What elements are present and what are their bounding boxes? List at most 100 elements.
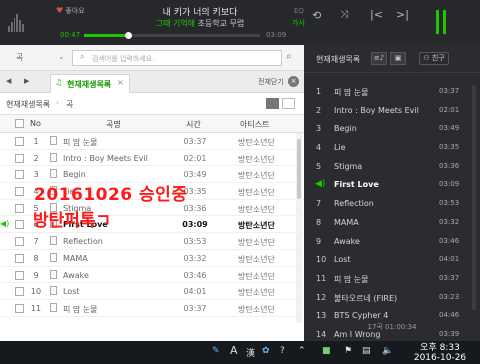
row-title[interactable]: 피 땀 눈물 [63,304,98,315]
column-title[interactable]: 곡명 [106,119,121,130]
scrollbar-thumb[interactable] [297,139,301,199]
row-title[interactable]: MAMA [63,254,88,263]
row-checkbox[interactable] [15,303,24,313]
row-artist[interactable]: 방탄소년단 [238,204,275,215]
table-row[interactable]: 9 Awake 03:46 방탄소년단 [0,267,304,284]
row-artist[interactable]: 방탄소년단 [238,287,275,298]
tab-prev-icon[interactable]: ◀ [6,77,11,85]
close-all-button[interactable]: 전체닫기 [258,77,284,87]
shuffle-icon[interactable]: ⤨ [340,9,348,20]
row-checkbox[interactable] [15,287,24,297]
list-item[interactable]: 7 Reflection 03:53 [304,196,480,215]
select-all-checkbox[interactable] [15,119,24,128]
row-artist[interactable]: 방탄소년단 [238,304,275,315]
repeat-icon[interactable]: ⟲ [312,9,321,22]
row-checkbox[interactable] [15,220,24,230]
friend-button[interactable]: ⚇ 친구 [419,52,449,65]
lyrics-doc-icon[interactable] [50,286,57,296]
pen-icon[interactable]: ✎ [212,346,220,356]
like-button[interactable]: ♥ 좋아요 [56,6,85,16]
list-item[interactable]: 10 Lost 04:01 [304,252,480,271]
row-artist[interactable]: 방탄소년단 [238,271,275,282]
row-checkbox[interactable] [15,137,24,146]
row-title[interactable]: Awake [63,271,89,280]
list-item[interactable]: 12 불타오르네 (FIRE) 03:23 [304,290,480,309]
list-item[interactable]: 8 MAMA 03:32 [304,215,480,234]
row-title[interactable]: Lost [63,287,80,296]
row-artist[interactable]: 방탄소년단 [238,237,275,248]
now-playing-scrollbar[interactable] [472,85,476,310]
row-checkbox[interactable] [15,203,24,213]
table-row[interactable]: 10 Lost 04:01 방탄소년단 [0,283,304,300]
list-item[interactable]: 2 Intro : Boy Meets Evil 02:01 [304,103,480,122]
search-type-select[interactable]: 곡 [16,52,23,63]
close-icon[interactable]: × [117,78,124,87]
row-checkbox[interactable] [15,237,24,247]
playlist-icon[interactable]: ≡♪ [371,52,387,65]
volume-icon[interactable]: 🔈 [382,346,393,356]
row-title[interactable]: Begin [63,170,86,179]
table-row[interactable]: 8 MAMA 03:32 방탄소년단 [0,250,304,267]
column-artist[interactable]: 아티스트 [240,119,269,130]
ime-hanja[interactable]: 漢 [246,346,255,359]
flag-icon[interactable]: ⚑ [344,346,352,356]
search-icon[interactable]: ⌕ [286,51,292,62]
row-artist[interactable]: 방탄소년단 [238,187,275,198]
column-no[interactable]: No [30,119,41,128]
tab-now-playing[interactable]: ♫ 현재재생목록 × [50,74,130,93]
ime-mode[interactable]: A [230,344,238,357]
column-time[interactable]: 시간 [186,119,201,130]
lyrics-doc-icon[interactable] [50,169,57,179]
breadcrumb-root[interactable]: 현재재생목록 [6,99,50,110]
row-artist[interactable]: 방탄소년단 [238,137,275,148]
table-scrollbar[interactable] [296,133,302,323]
pause-button[interactable] [436,10,446,34]
app-tray-icon[interactable]: ■ [322,346,331,356]
row-artist[interactable]: 방탄소년단 [238,254,275,265]
settings-icon[interactable]: ✿ [262,346,270,356]
list-item[interactable]: 4 Lie 03:35 [304,140,480,159]
list-view-icon[interactable] [266,98,279,109]
list-item[interactable]: ◀) First Love 03:09 [304,177,480,196]
row-title[interactable]: Intro : Boy Meets Evil [63,154,148,163]
lyrics-doc-icon[interactable] [50,252,57,262]
row-title[interactable]: 피 땀 눈물 [63,137,98,148]
list-item[interactable]: 11 피 땀 눈물 03:37 [304,271,480,290]
row-checkbox[interactable] [15,170,24,180]
table-row[interactable]: 11 피 땀 눈물 03:37 방탄소년단 [0,300,304,317]
list-item[interactable]: 9 Awake 03:46 [304,234,480,253]
progress-bar[interactable] [84,32,260,39]
eq-button[interactable]: EQ [294,7,304,15]
network-icon[interactable]: ▤ [362,346,371,356]
taskbar-clock[interactable]: 오후 8:33 2016-10-26 [405,343,475,363]
lyrics-doc-icon[interactable] [50,136,57,145]
row-checkbox[interactable] [15,270,24,280]
row-checkbox[interactable] [15,153,24,163]
next-icon[interactable]: >| [396,8,409,21]
row-artist[interactable]: 방탄소년단 [238,154,275,165]
row-checkbox[interactable] [15,253,24,263]
row-checkbox[interactable] [15,187,24,197]
row-title[interactable]: Reflection [63,237,103,246]
list-item[interactable]: 3 Begin 03:49 [304,121,480,140]
tab-next-icon[interactable]: ▶ [24,77,29,85]
chevron-down-icon[interactable]: ⌄ [58,52,65,61]
list-item[interactable]: 1 피 땀 눈물 03:37 [304,84,480,103]
help-icon[interactable]: ? [280,346,285,356]
list-item[interactable]: 5 Stigma 03:36 [304,159,480,178]
lyrics-doc-icon[interactable] [50,269,57,279]
table-row[interactable]: 7 Reflection 03:53 방탄소년단 [0,233,304,250]
search-input[interactable] [92,54,272,64]
table-row[interactable]: 1 피 땀 눈물 03:37 방탄소년단 [0,133,304,150]
show-hidden-icons[interactable]: ⌃ [298,346,306,356]
progress-knob[interactable] [125,32,132,39]
lyrics-doc-icon[interactable] [50,236,57,246]
lyrics-button[interactable]: 가사 [292,18,305,28]
lyrics-doc-icon[interactable] [50,152,57,162]
previous-icon[interactable]: |< [370,8,383,21]
album-icon[interactable]: ▣ [390,52,406,65]
lyrics-doc-icon[interactable] [50,302,57,312]
close-all-icon[interactable]: × [288,76,299,87]
grid-view-icon[interactable] [282,98,295,109]
row-artist[interactable]: 방탄소년단 [238,170,275,181]
